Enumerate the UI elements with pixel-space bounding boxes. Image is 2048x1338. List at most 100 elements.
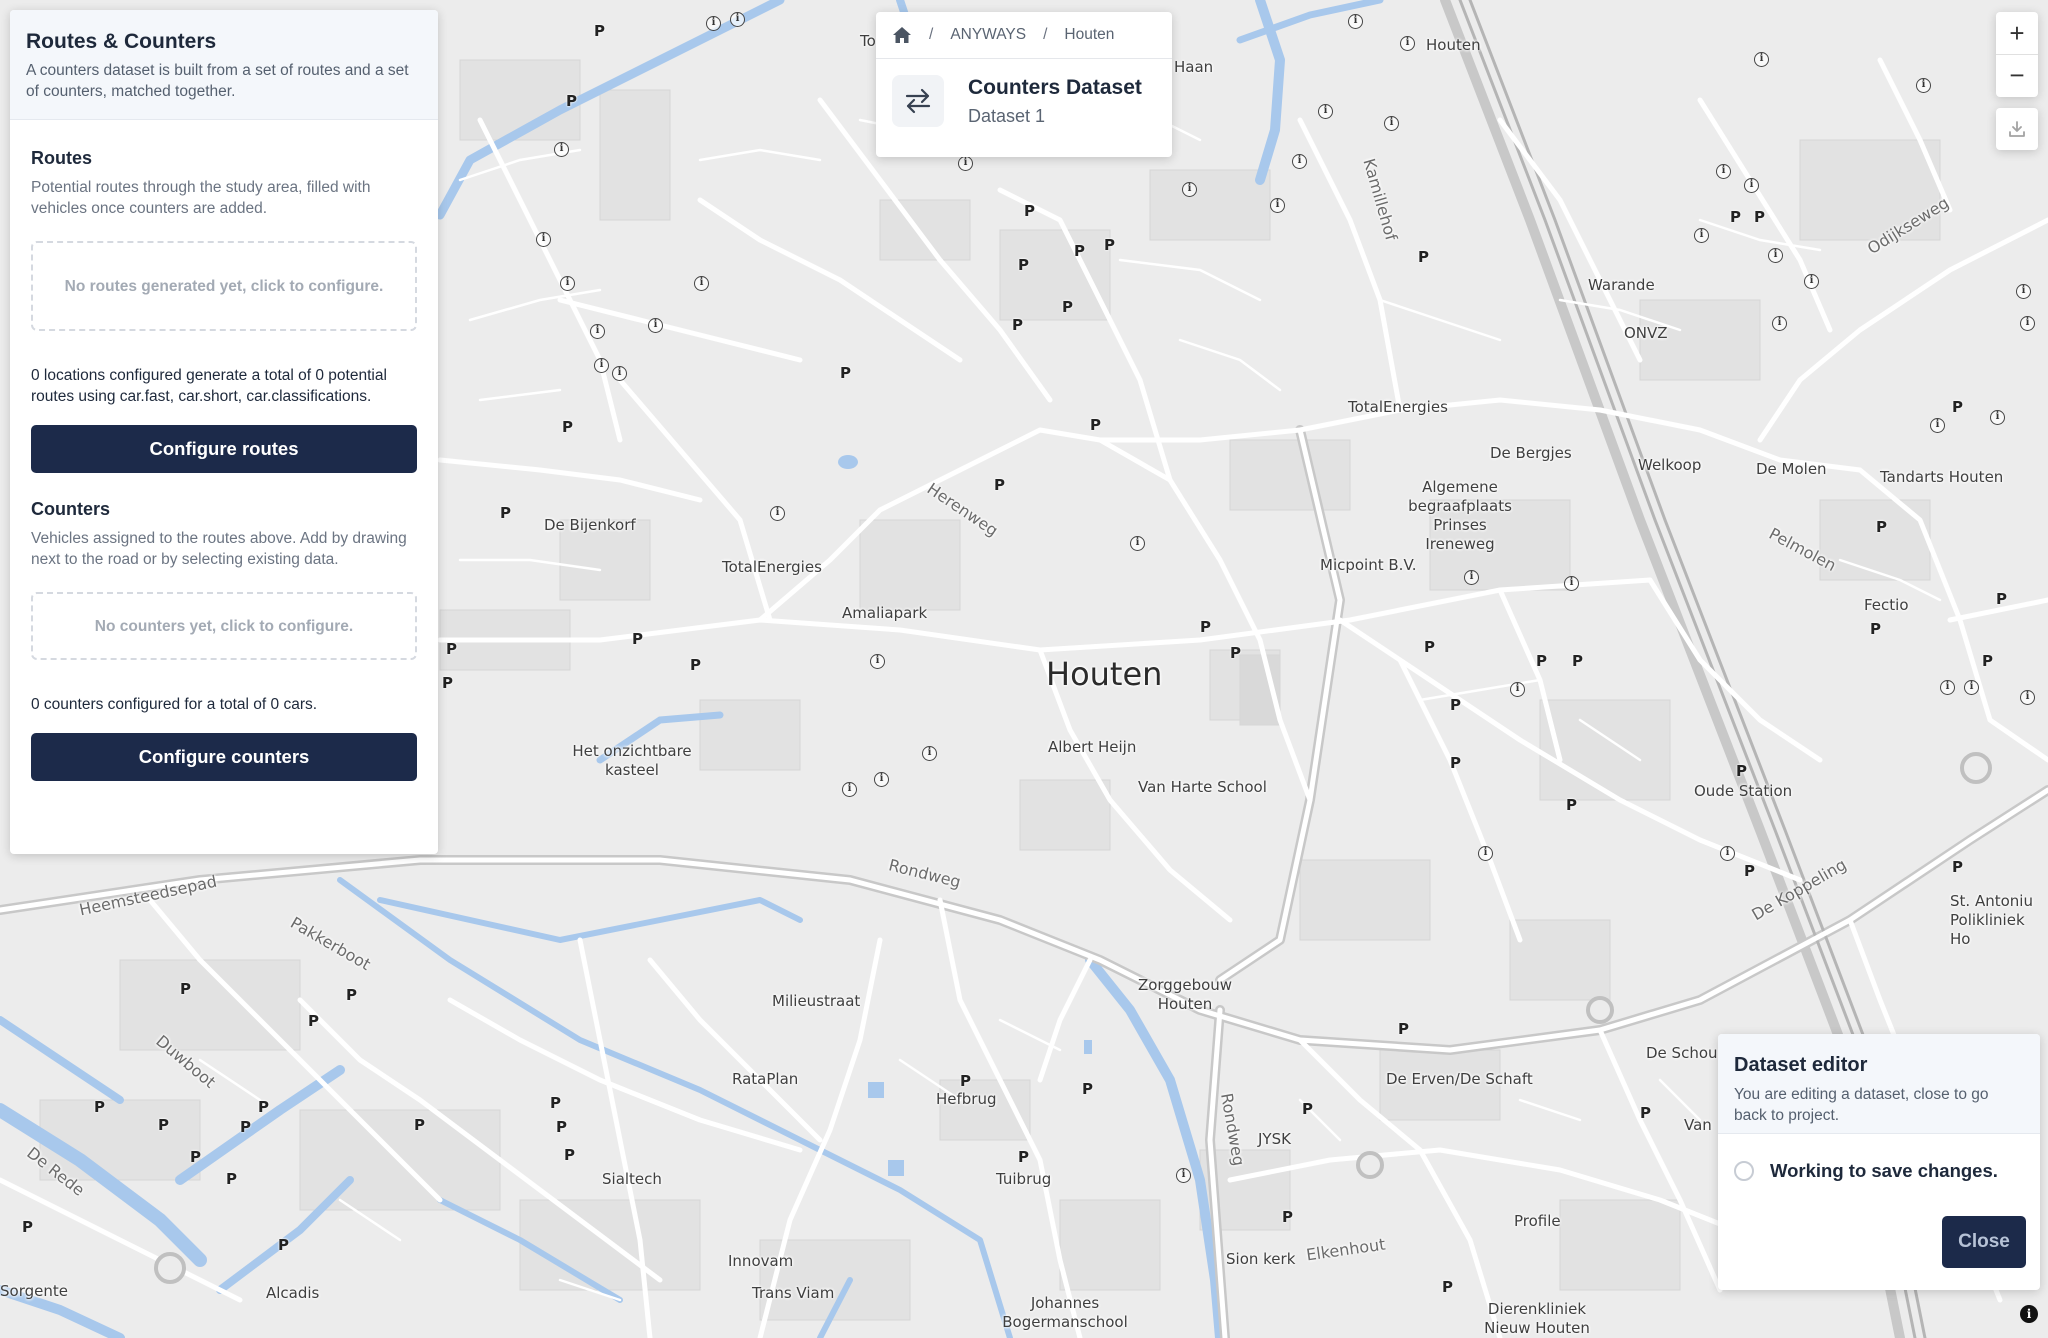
parking-icon: P bbox=[442, 674, 453, 692]
parking-icon: P bbox=[632, 630, 643, 648]
map-label: TotalEnergies bbox=[722, 558, 822, 576]
parking-icon: P bbox=[1536, 652, 1547, 670]
info-poi-icon: i bbox=[1478, 846, 1493, 861]
parking-icon: P bbox=[1736, 762, 1747, 780]
info-poi-icon: i bbox=[1720, 846, 1735, 861]
info-poi-icon: i bbox=[1348, 14, 1363, 29]
counters-empty-placeholder[interactable]: No counters yet, click to configure. bbox=[31, 592, 417, 660]
info-poi-icon: i bbox=[1694, 228, 1709, 243]
map-label: To bbox=[860, 32, 876, 50]
map-label: Het onzichtbare kasteel bbox=[572, 742, 692, 779]
info-poi-icon: i bbox=[554, 142, 569, 157]
map-label: Johannes Bogermanschool bbox=[1002, 1294, 1128, 1331]
map-label: Profile bbox=[1514, 1212, 1561, 1230]
zoom-out-button[interactable]: − bbox=[1996, 54, 2038, 96]
parking-icon: P bbox=[1982, 652, 1993, 670]
configure-routes-button[interactable]: Configure routes bbox=[31, 425, 417, 473]
parking-icon: P bbox=[226, 1170, 237, 1188]
parking-icon: P bbox=[564, 1146, 575, 1164]
routes-empty-placeholder[interactable]: No routes generated yet, click to config… bbox=[31, 241, 417, 331]
map-label: Alcadis bbox=[266, 1284, 320, 1302]
routes-title: Routes bbox=[31, 148, 93, 168]
map-label: Oude Station bbox=[1694, 782, 1793, 800]
parking-icon: P bbox=[594, 22, 605, 40]
map-label: Warande bbox=[1588, 276, 1655, 294]
configure-counters-button[interactable]: Configure counters bbox=[31, 733, 417, 781]
parking-icon: P bbox=[1090, 416, 1101, 434]
parking-icon: P bbox=[550, 1094, 561, 1112]
info-poi-icon: i bbox=[1930, 418, 1945, 433]
map-label: Haan bbox=[1174, 58, 1214, 76]
editor-title: Dataset editor bbox=[1734, 1054, 1868, 1076]
parking-icon: P bbox=[308, 1012, 319, 1030]
counters-description: Vehicles assigned to the routes above. A… bbox=[31, 530, 407, 568]
close-button[interactable]: Close bbox=[1942, 1216, 2026, 1268]
info-poi-icon: i bbox=[2020, 690, 2035, 705]
parking-icon: P bbox=[414, 1116, 425, 1134]
parking-icon: P bbox=[180, 980, 191, 998]
info-poi-icon: i bbox=[958, 156, 973, 171]
dataset-subtitle: Dataset 1 bbox=[968, 105, 1046, 126]
info-poi-icon: i bbox=[648, 318, 663, 333]
panel-description: A counters dataset is built from a set o… bbox=[26, 62, 409, 100]
zoom-in-button[interactable]: + bbox=[1996, 12, 2038, 54]
parking-icon: P bbox=[1450, 696, 1461, 714]
parking-icon: P bbox=[1104, 236, 1115, 254]
counters-title: Counters bbox=[31, 499, 111, 519]
map-label: Amaliapark bbox=[842, 604, 928, 622]
panel-title: Routes & Counters bbox=[26, 30, 217, 53]
info-poi-icon: i bbox=[2020, 316, 2035, 331]
parking-icon: P bbox=[1952, 858, 1963, 876]
map-label: Sialtech bbox=[602, 1170, 662, 1188]
parking-icon: P bbox=[1952, 398, 1963, 416]
zoom-controls: + − bbox=[1996, 12, 2038, 97]
info-poi-icon: i bbox=[590, 324, 605, 339]
editor-header: Dataset editor You are editing a dataset… bbox=[1718, 1034, 2040, 1134]
routes-stat: 0 locations configured generate a total … bbox=[31, 367, 387, 405]
parking-icon: P bbox=[1200, 618, 1211, 636]
map-label: Zorggebouw Houten bbox=[1137, 976, 1233, 1013]
info-poi-icon: i bbox=[1318, 104, 1333, 119]
download-button[interactable] bbox=[1996, 108, 2038, 150]
parking-icon: P bbox=[1424, 638, 1435, 656]
parking-icon: P bbox=[1876, 518, 1887, 536]
attribution-info-icon[interactable]: i bbox=[2020, 1305, 2038, 1323]
map-label: De Erven/De Schaft bbox=[1386, 1070, 1533, 1088]
map-label: Milieustraat bbox=[772, 992, 861, 1010]
parking-icon: P bbox=[1024, 202, 1035, 220]
parking-icon: P bbox=[500, 504, 511, 522]
parking-icon: P bbox=[1082, 1080, 1093, 1098]
parking-icon: P bbox=[446, 640, 457, 658]
home-icon[interactable] bbox=[892, 26, 912, 44]
parking-icon: P bbox=[22, 1218, 33, 1236]
info-poi-icon: i bbox=[922, 746, 937, 761]
info-poi-icon: i bbox=[842, 782, 857, 797]
info-poi-icon: i bbox=[1400, 36, 1415, 51]
breadcrumb: / ANYWAYS / Houten bbox=[876, 12, 1172, 59]
download-icon bbox=[2008, 120, 2026, 138]
info-poi-icon: i bbox=[1940, 680, 1955, 695]
info-poi-icon: i bbox=[1270, 198, 1285, 213]
city-label: Houten bbox=[1046, 655, 1163, 693]
info-poi-icon: i bbox=[870, 654, 885, 669]
map-label: De Bijenkorf bbox=[544, 516, 636, 534]
map-label: Algemene begraafplaats Prinses Ireneweg bbox=[1408, 478, 1512, 553]
map-label: ONVZ bbox=[1624, 324, 1668, 342]
map-label: Sorgente bbox=[0, 1282, 68, 1300]
info-poi-icon: i bbox=[560, 276, 575, 291]
parking-icon: P bbox=[994, 476, 1005, 494]
info-poi-icon: i bbox=[1754, 52, 1769, 67]
parking-icon: P bbox=[1012, 316, 1023, 334]
map-label: Albert Heijn bbox=[1048, 738, 1137, 756]
routes-counters-panel: Routes & Counters A counters dataset is … bbox=[10, 10, 438, 854]
parking-icon: P bbox=[1018, 256, 1029, 274]
parking-icon: P bbox=[240, 1118, 251, 1136]
breadcrumb-item-project[interactable]: Houten bbox=[1064, 26, 1114, 44]
save-status: Working to save changes. bbox=[1718, 1134, 2040, 1182]
info-poi-icon: i bbox=[706, 16, 721, 31]
parking-icon: P bbox=[1398, 1020, 1409, 1038]
breadcrumb-item-organization[interactable]: ANYWAYS bbox=[950, 26, 1026, 44]
parking-icon: P bbox=[158, 1116, 169, 1134]
loading-spinner-icon bbox=[1734, 1161, 1754, 1181]
map-label: St. Antoniu Polikliniek Ho bbox=[1950, 892, 2033, 948]
